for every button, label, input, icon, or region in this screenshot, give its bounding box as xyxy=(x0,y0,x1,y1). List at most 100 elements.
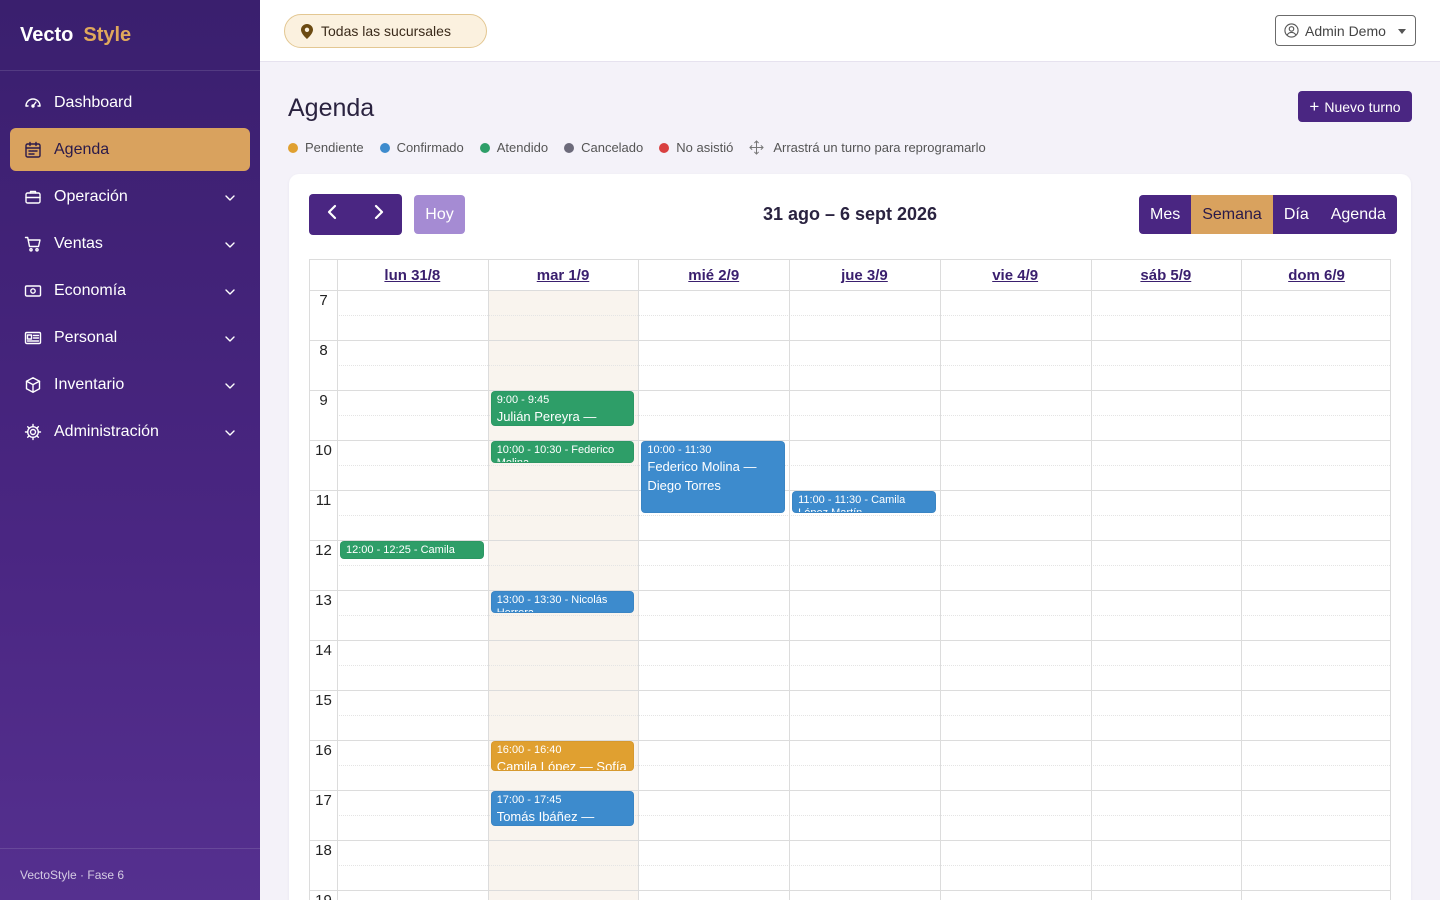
day-column-divider xyxy=(789,260,791,900)
user-menu-button[interactable]: Admin Demo xyxy=(1275,15,1416,46)
status-dot xyxy=(479,142,490,153)
sidebar-nav: Dashboard Agenda Operación Ventas Economía Pe… xyxy=(0,71,260,453)
cart-icon xyxy=(24,235,42,253)
event-description: Julián Pereyra — Diego xyxy=(496,409,597,424)
view-mes-button[interactable]: Mes xyxy=(1139,195,1192,234)
hour-label: 9 xyxy=(319,392,328,409)
status-dot xyxy=(288,142,298,153)
legend-item: Cancelado xyxy=(564,140,643,155)
status-dot xyxy=(379,142,390,153)
appointment-event[interactable]: 10:00 - 10:30 - Federico Molina xyxy=(490,441,635,463)
drag-hint: Arrastrá un turno para reprogramarlo xyxy=(749,140,986,155)
appointment-event[interactable]: 16:00 - 16:40 Camila López — Sofía xyxy=(490,741,635,772)
brand-name-part1: Vecto xyxy=(20,23,74,46)
legend-item: Atendido xyxy=(479,140,549,155)
half-hour-line xyxy=(337,715,1390,716)
hour-label: 18 xyxy=(315,842,332,859)
day-column-divider xyxy=(939,260,941,900)
chevron-down-icon xyxy=(224,285,236,297)
new-appointment-button[interactable]: + Nuevo turno xyxy=(1298,91,1412,122)
new-appointment-label: Nuevo turno xyxy=(1324,98,1401,115)
view-dia-button[interactable]: Día xyxy=(1272,195,1320,234)
day-column-divider xyxy=(1090,260,1092,900)
sidebar-item-label: Economía xyxy=(54,281,127,299)
id-card-icon xyxy=(24,329,42,347)
half-hour-line xyxy=(337,615,1390,616)
day-header[interactable]: vie 4/9 xyxy=(940,260,1091,290)
hour-label: 7 xyxy=(319,292,328,309)
sidebar-item-label: Administración xyxy=(54,422,159,440)
gear-icon xyxy=(24,423,42,441)
chevron-down-icon xyxy=(224,238,236,250)
appointment-event[interactable]: 11:00 - 11:30 - Camila López Martín xyxy=(792,491,936,513)
legend-label: Atendido xyxy=(496,140,549,155)
hour-label: 11 xyxy=(315,492,332,509)
legend-label: Confirmado xyxy=(396,140,464,155)
chevron-down-icon xyxy=(224,379,236,391)
event-description: Camila López — Sofía xyxy=(496,759,627,772)
briefcase-icon xyxy=(24,188,42,206)
half-hour-line xyxy=(337,665,1390,666)
day-header[interactable]: sáb 5/9 xyxy=(1091,260,1242,290)
hour-line xyxy=(310,440,1390,441)
appointment-event[interactable]: 10:00 - 11:30 Federico Molina — Diego Tor… xyxy=(641,441,786,513)
half-hour-line xyxy=(337,365,1390,366)
event-time: 17:00 - 17:45 xyxy=(496,794,562,806)
plus-icon: + xyxy=(1309,97,1320,116)
legend-label: No asistió xyxy=(676,140,734,155)
day-header[interactable]: mié 2/9 xyxy=(638,260,789,290)
sidebar-item-personal[interactable]: Personal xyxy=(10,316,250,359)
hour-label: 12 xyxy=(315,542,332,559)
chevron-down-icon xyxy=(224,191,236,203)
brand-logo[interactable]: Vecto Style xyxy=(0,0,260,71)
day-header[interactable]: jue 3/9 xyxy=(789,260,940,290)
event-description: Tomás Ibáñez — Diego xyxy=(496,809,595,824)
sidebar: Vecto Style Dashboard Agenda Operación Vent… xyxy=(0,0,260,900)
appointment-event[interactable]: 12:00 - 12:25 - Camila López xyxy=(340,541,484,559)
legend-label: Pendiente xyxy=(305,140,364,155)
hour-line xyxy=(310,390,1390,391)
hour-line xyxy=(310,590,1390,591)
week-grid: 7 8 9 10 11 12 13 14 15 16 17 18 19 lun 31/8mar 1/9mi… xyxy=(309,259,1391,900)
legend-item: Pendiente xyxy=(288,140,364,155)
branch-selector-label: Todas las sucursales xyxy=(321,23,451,39)
event-description: Federico Molina — Diego Torres xyxy=(647,459,757,493)
appointment-event[interactable]: 13:00 - 13:30 - Nicolás Herrera xyxy=(490,591,635,613)
view-switcher: Mes Semana Día Agenda xyxy=(1139,195,1397,234)
chevron-down-icon xyxy=(224,426,236,438)
status-dot xyxy=(564,142,575,153)
header-divider xyxy=(310,290,1390,291)
hour-line xyxy=(310,640,1390,641)
hour-line xyxy=(310,840,1390,841)
hour-line xyxy=(310,740,1390,741)
sidebar-item-agenda[interactable]: Agenda xyxy=(10,128,250,171)
sidebar-item-inventario[interactable]: Inventario xyxy=(10,363,250,406)
day-column-divider xyxy=(337,260,338,900)
view-agenda-button[interactable]: Agenda xyxy=(1319,195,1397,234)
sidebar-item-operacion[interactable]: Operación xyxy=(10,175,250,218)
page-title: Agenda xyxy=(288,94,375,122)
hour-line xyxy=(310,340,1390,341)
event-time: 10:00 - 11:30 xyxy=(647,444,712,456)
event-time: 10:00 - 10:30 - Federico Molina xyxy=(496,444,615,463)
half-hour-line xyxy=(337,865,1390,866)
brand-name-part2: Style xyxy=(83,23,132,46)
sidebar-item-administracion[interactable]: Administración xyxy=(10,410,250,453)
hour-label: 17 xyxy=(315,792,332,809)
branch-selector[interactable]: Todas las sucursales xyxy=(284,14,487,48)
day-column-divider xyxy=(487,260,489,900)
appointment-event[interactable]: 17:00 - 17:45 Tomás Ibáñez — Diego xyxy=(490,791,635,826)
event-time: 12:00 - 12:25 - Camila López xyxy=(346,544,455,558)
day-header[interactable]: lun 31/8 xyxy=(337,260,488,290)
appointment-event[interactable]: 9:00 - 9:45 Julián Pereyra — Diego xyxy=(490,391,635,426)
sidebar-item-ventas[interactable]: Ventas xyxy=(10,222,250,265)
view-semana-button[interactable]: Semana xyxy=(1191,195,1273,234)
half-hour-line xyxy=(337,565,1390,566)
day-header[interactable]: dom 6/9 xyxy=(1241,260,1390,290)
day-header[interactable]: mar 1/9 xyxy=(488,260,639,290)
day-column-divider xyxy=(638,260,640,900)
hour-label: 15 xyxy=(315,692,332,709)
sidebar-item-economia[interactable]: Economía xyxy=(10,269,250,312)
event-time: 11:00 - 11:30 - Camila López Martín xyxy=(798,494,906,513)
sidebar-item-dashboard[interactable]: Dashboard xyxy=(10,81,250,124)
